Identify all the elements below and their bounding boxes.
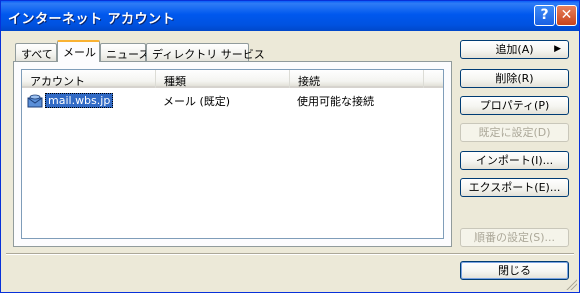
tab-all[interactable]: すべて bbox=[15, 43, 57, 61]
tab-news[interactable]: ニュース bbox=[100, 43, 149, 61]
account-list[interactable]: アカウント 種類 接続 mail.wbs.jp メール (既定) 使用可能な接続 bbox=[21, 69, 444, 239]
set-order-button[interactable]: 順番の設定(S)... bbox=[460, 228, 569, 247]
account-cell: mail.wbs.jp bbox=[27, 93, 114, 108]
account-name: mail.wbs.jp bbox=[45, 93, 114, 108]
separator bbox=[6, 253, 574, 255]
column-header-account[interactable]: アカウント bbox=[22, 70, 156, 88]
column-header-type[interactable]: 種類 bbox=[156, 70, 290, 88]
close-window-button[interactable]: ✕ bbox=[556, 5, 577, 26]
tab-mail[interactable]: メール bbox=[57, 40, 100, 62]
account-connection: 使用可能な接続 bbox=[297, 95, 374, 108]
set-default-button[interactable]: 既定に設定(D) bbox=[460, 123, 569, 142]
menu-arrow-icon: ▶ bbox=[554, 44, 561, 54]
table-row[interactable]: mail.wbs.jp メール (既定) 使用可能な接続 bbox=[22, 92, 443, 108]
account-type: メール (既定) bbox=[163, 95, 231, 108]
tab-directory-service[interactable]: ディレクトリ サービス bbox=[146, 43, 265, 61]
add-button[interactable]: 追加(A) ▶ bbox=[460, 40, 569, 59]
list-header: アカウント 種類 接続 bbox=[22, 70, 443, 88]
export-button[interactable]: エクスポート(E)... bbox=[460, 178, 569, 197]
mail-account-icon bbox=[27, 94, 43, 107]
column-header-connection[interactable]: 接続 bbox=[290, 70, 424, 88]
title-bar[interactable]: インターネット アカウント ? ✕ bbox=[1, 1, 579, 31]
properties-button[interactable]: プロパティ(P) bbox=[460, 96, 569, 115]
delete-button[interactable]: 削除(R) bbox=[460, 69, 569, 88]
resize-grip-icon[interactable] bbox=[565, 278, 577, 290]
add-button-label: 追加(A) bbox=[495, 43, 534, 56]
import-button[interactable]: インポート(I)... bbox=[460, 151, 569, 170]
help-button[interactable]: ? bbox=[534, 5, 555, 26]
close-button[interactable]: 閉じる bbox=[460, 261, 569, 280]
window-title: インターネット アカウント bbox=[8, 12, 176, 27]
internet-accounts-dialog: インターネット アカウント ? ✕ すべて メール ニュース ディレクトリ サー… bbox=[0, 0, 580, 293]
